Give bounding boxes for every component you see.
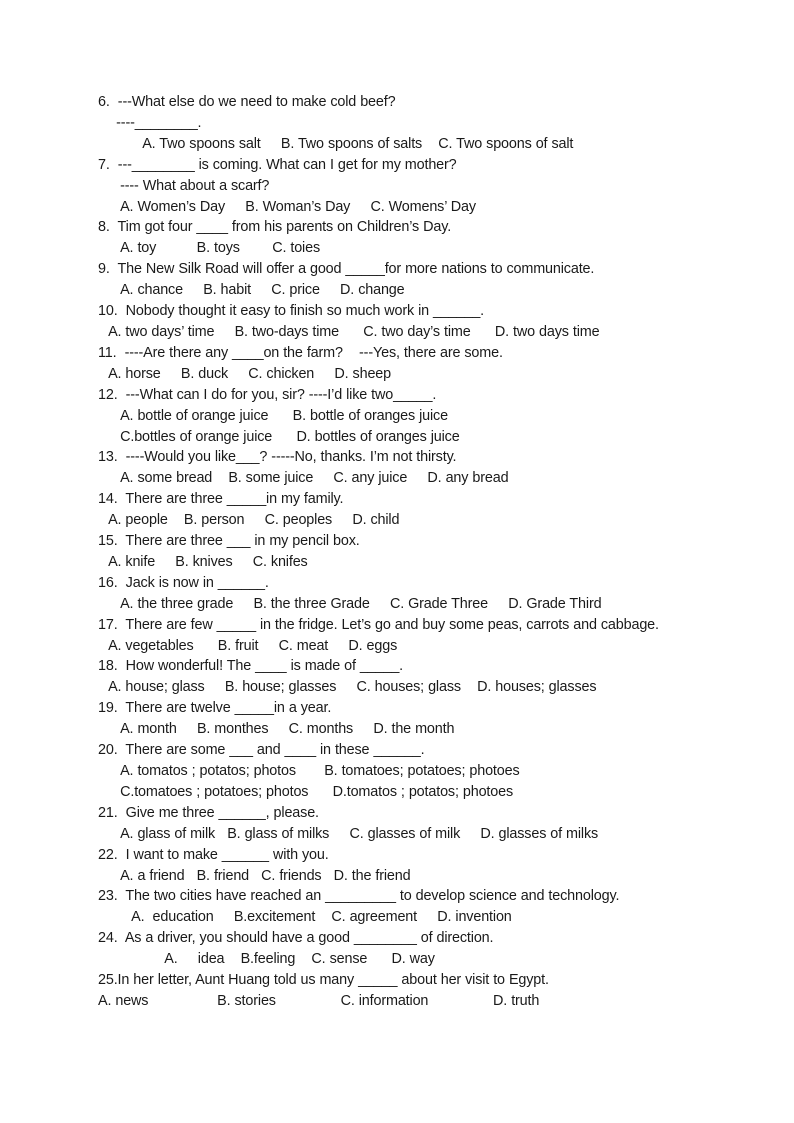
- question-stem: 19. There are twelve _____in a year.: [98, 700, 332, 717]
- question-24: 24. As a driver, you should have a good …: [98, 928, 738, 970]
- question-22: 22. I want to make ______ with you. A. a…: [98, 845, 738, 887]
- question-stem: 14. There are three _____in my family.: [98, 491, 344, 508]
- question-stem: 24. As a driver, you should have a good …: [98, 930, 494, 947]
- question-stem: 18. How wonderful! The ____ is made of _…: [98, 658, 404, 675]
- answer-options-row[interactable]: ----________.: [98, 113, 738, 134]
- question-stem: 8. Tim got four ____ from his parents on…: [98, 219, 452, 236]
- answer-options-row[interactable]: A. chance B. habit C. price D. change: [98, 280, 738, 301]
- answer-options-row[interactable]: A. some bread B. some juice C. any juice…: [98, 468, 738, 489]
- question-12: 12. ---What can I do for you, sir? ----I…: [98, 385, 738, 448]
- question-17: 17. There are few _____ in the fridge. L…: [98, 615, 738, 657]
- question-20: 20. There are some ___ and ____ in these…: [98, 740, 738, 803]
- answer-options-row[interactable]: A. Women’s Day B. Woman’s Day C. Womens’…: [98, 197, 738, 218]
- question-13: 13. ----Would you like___? -----No, than…: [98, 447, 738, 489]
- question-9: 9. The New Silk Road will offer a good _…: [98, 259, 738, 301]
- answer-options-row[interactable]: A. tomatos ; potatos; photos B. tomatoes…: [98, 761, 738, 782]
- question-stem: 7. ---________ is coming. What can I get…: [98, 156, 457, 173]
- question-stem: 20. There are some ___ and ____ in these…: [98, 742, 425, 759]
- answer-options-row[interactable]: C.bottles of orange juice D. bottles of …: [98, 427, 738, 448]
- answer-options-row[interactable]: A. house; glass B. house; glasses C. hou…: [98, 677, 738, 698]
- question-stem: 9. The New Silk Road will offer a good _…: [98, 261, 595, 278]
- answer-options-row[interactable]: A. bottle of orange juice B. bottle of o…: [98, 406, 738, 427]
- question-list: 6. ---What else do we need to make cold …: [98, 92, 738, 1012]
- question-stem: 16. Jack is now in ______.: [98, 574, 269, 591]
- question-stem: 6. ---What else do we need to make cold …: [98, 94, 396, 110]
- answer-options-row[interactable]: A. the three grade B. the three Grade C.…: [98, 594, 738, 615]
- question-6: 6. ---What else do we need to make cold …: [98, 92, 738, 155]
- question-stem: 10. Nobody thought it easy to finish so …: [98, 303, 485, 320]
- answer-options-row[interactable]: A. news B. stories C. information D. tru…: [98, 991, 738, 1012]
- question-8: 8. Tim got four ____ from his parents on…: [98, 217, 738, 259]
- question-stem: 22. I want to make ______ with you.: [98, 846, 329, 863]
- question-stem: 12. ---What can I do for you, sir? ----I…: [98, 386, 437, 403]
- question-stem: 23. The two cities have reached an _____…: [98, 888, 620, 905]
- question-7: 7. ---________ is coming. What can I get…: [98, 155, 738, 218]
- answer-options-row[interactable]: A. Two spoons salt B. Two spoons of salt…: [98, 134, 738, 155]
- answer-options-row[interactable]: A. idea B.feeling C. sense D. way: [98, 949, 738, 970]
- question-stem: 11. ----Are there any ____on the farm? -…: [98, 344, 503, 361]
- question-stem: 15. There are three ___ in my pencil box…: [98, 533, 360, 550]
- question-14: 14. There are three _____in my family. A…: [98, 489, 738, 531]
- answer-options-row[interactable]: A. people B. person C. peoples D. child: [98, 510, 738, 531]
- question-21: 21. Give me three ______, please. A. gla…: [98, 803, 738, 845]
- question-18: 18. How wonderful! The ____ is made of _…: [98, 656, 738, 698]
- question-23: 23. The two cities have reached an _____…: [98, 886, 738, 928]
- answer-options-row[interactable]: A. glass of milk B. glass of milks C. gl…: [98, 824, 738, 845]
- question-16: 16. Jack is now in ______. A. the three …: [98, 573, 738, 615]
- answer-options-row[interactable]: A. horse B. duck C. chicken D. sheep: [98, 364, 738, 385]
- worksheet-page: 6. ---What else do we need to make cold …: [0, 0, 794, 1123]
- question-stem: 17. There are few _____ in the fridge. L…: [98, 616, 659, 633]
- question-stem: 21. Give me three ______, please.: [98, 804, 319, 821]
- question-25: 25.In her letter, Aunt Huang told us man…: [98, 970, 738, 1012]
- answer-options-row[interactable]: A. knife B. knives C. knifes: [98, 552, 738, 573]
- question-stem: 13. ----Would you like___? -----No, than…: [98, 449, 457, 466]
- answer-options-row[interactable]: A. month B. monthes C. months D. the mon…: [98, 719, 738, 740]
- answer-options-row[interactable]: A. education B.excitement C. agreement D…: [98, 907, 738, 928]
- question-stem: 25.In her letter, Aunt Huang told us man…: [98, 972, 549, 989]
- question-19: 19. There are twelve _____in a year. A. …: [98, 698, 738, 740]
- question-11: 11. ----Are there any ____on the farm? -…: [98, 343, 738, 385]
- question-10: 10. Nobody thought it easy to finish so …: [98, 301, 738, 343]
- answer-options-row[interactable]: C.tomatoes ; potatoes; photos D.tomatos …: [98, 782, 738, 803]
- answer-options-row[interactable]: A. a friend B. friend C. friends D. the …: [98, 866, 738, 887]
- answer-options-row[interactable]: A. two days’ time B. two-days time C. tw…: [98, 322, 738, 343]
- question-15: 15. There are three ___ in my pencil box…: [98, 531, 738, 573]
- answer-options-row[interactable]: ---- What about a scarf?: [98, 176, 738, 197]
- answer-options-row[interactable]: A. vegetables B. fruit C. meat D. eggs: [98, 636, 738, 657]
- answer-options-row[interactable]: A. toy B. toys C. toies: [98, 238, 738, 259]
